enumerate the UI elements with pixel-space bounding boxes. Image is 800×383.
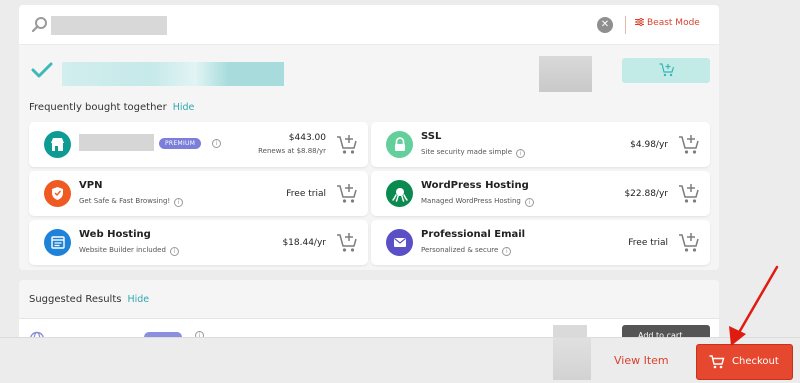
view-item-link[interactable]: View Item [614,354,669,367]
envelope-icon [386,229,413,256]
hosting-window-icon [44,229,71,256]
annotation-arrow-icon [729,265,779,346]
result-panel: Frequently bought together Hide PREMIUM i… [19,45,719,270]
hide-frequently-bought-link[interactable]: Hide [173,102,195,113]
info-icon[interactable]: i [502,247,512,256]
product-description-text: Get Safe & Fast Browsing! [79,197,171,205]
product-price: $4.98/yr [630,140,668,150]
hide-suggested-link[interactable]: Hide [127,294,149,305]
frequently-bought-title: Frequently bought together Hide [29,102,194,113]
search-bar: ✕ Beast Mode [19,5,719,45]
product-description: Managed WordPress Hosting i [421,197,534,207]
cart-total [553,338,591,380]
product-name: SSL [421,131,442,142]
info-icon[interactable]: i [516,149,526,158]
cart-plus-icon [659,63,675,77]
beast-mode-label: Beast Mode [647,18,700,28]
frequently-bought-label: Frequently bought together [29,102,167,113]
info-icon[interactable]: i [524,198,534,207]
product-price: $18.44/yr [282,238,326,248]
info-icon[interactable]: i [174,198,184,207]
product-card-premium-domain[interactable]: PREMIUM i $443.00 Renews at $8.88/yr [29,122,368,167]
product-description: Personalized & secure i [421,246,512,256]
premium-badge: PREMIUM [159,138,202,149]
product-description-text: Managed WordPress Hosting [421,197,521,205]
checkmark-icon [31,62,53,78]
premium-domain-name [79,134,154,151]
cart-plus-icon[interactable] [678,182,700,204]
product-price: Free trial [286,189,326,199]
info-icon[interactable]: i [212,139,221,148]
octopus-icon [386,180,413,207]
product-description: Get Safe & Fast Browsing! i [79,197,184,207]
suggested-results-label: Suggested Results [29,294,122,305]
product-price: Free trial [628,238,668,248]
domain-price [539,56,592,92]
cart-plus-icon[interactable] [678,133,700,155]
cart-plus-icon[interactable] [678,231,700,253]
product-name: VPN [79,180,103,191]
product-price: $22.88/yr [624,189,668,199]
product-card-web-hosting[interactable]: Web Hosting Website Builder included i $1… [29,220,368,265]
product-card-vpn[interactable]: VPN Get Safe & Fast Browsing! i Free tria… [29,171,368,216]
info-icon[interactable]: i [169,247,179,256]
checkout-label: Checkout [732,356,779,367]
domain-store-icon [44,131,71,158]
product-description-text: Personalized & secure [421,246,499,254]
renewal-price: Renews at $8.88/yr [258,147,326,155]
beast-mode-button[interactable]: Beast Mode [635,17,700,32]
product-name: WordPress Hosting [421,180,529,191]
suggested-results-title: Suggested Results Hide [29,294,149,305]
cart-plus-icon[interactable] [336,231,358,253]
product-description-text: Website Builder included [79,246,166,254]
product-description-text: Site security made simple [421,148,513,156]
cart-icon [709,355,725,369]
product-card-professional-email[interactable]: Professional Email Personalized & secure… [371,220,710,265]
vpn-shield-icon [44,180,71,207]
domain-name [62,62,284,86]
cart-plus-icon[interactable] [336,182,358,204]
product-card-wordpress-hosting[interactable]: WordPress Hosting Managed WordPress Host… [371,171,710,216]
product-name: Web Hosting [79,229,151,240]
divider [625,16,626,34]
close-icon[interactable]: ✕ [597,17,613,33]
sliders-icon [635,17,644,27]
checkout-bar: View Item Checkout [0,337,800,383]
search-icon [31,17,47,33]
add-to-cart-button[interactable] [622,58,710,83]
product-description: Site security made simple i [421,148,526,158]
search-input[interactable] [51,16,167,35]
product-price: $443.00 [288,133,326,143]
cart-plus-icon[interactable] [336,133,358,155]
product-description: Website Builder included i [79,246,179,256]
lock-icon [386,131,413,158]
product-card-ssl[interactable]: SSL Site security made simple i $4.98/yr [371,122,710,167]
product-name: Professional Email [421,229,526,240]
checkout-button[interactable]: Checkout [697,345,792,379]
